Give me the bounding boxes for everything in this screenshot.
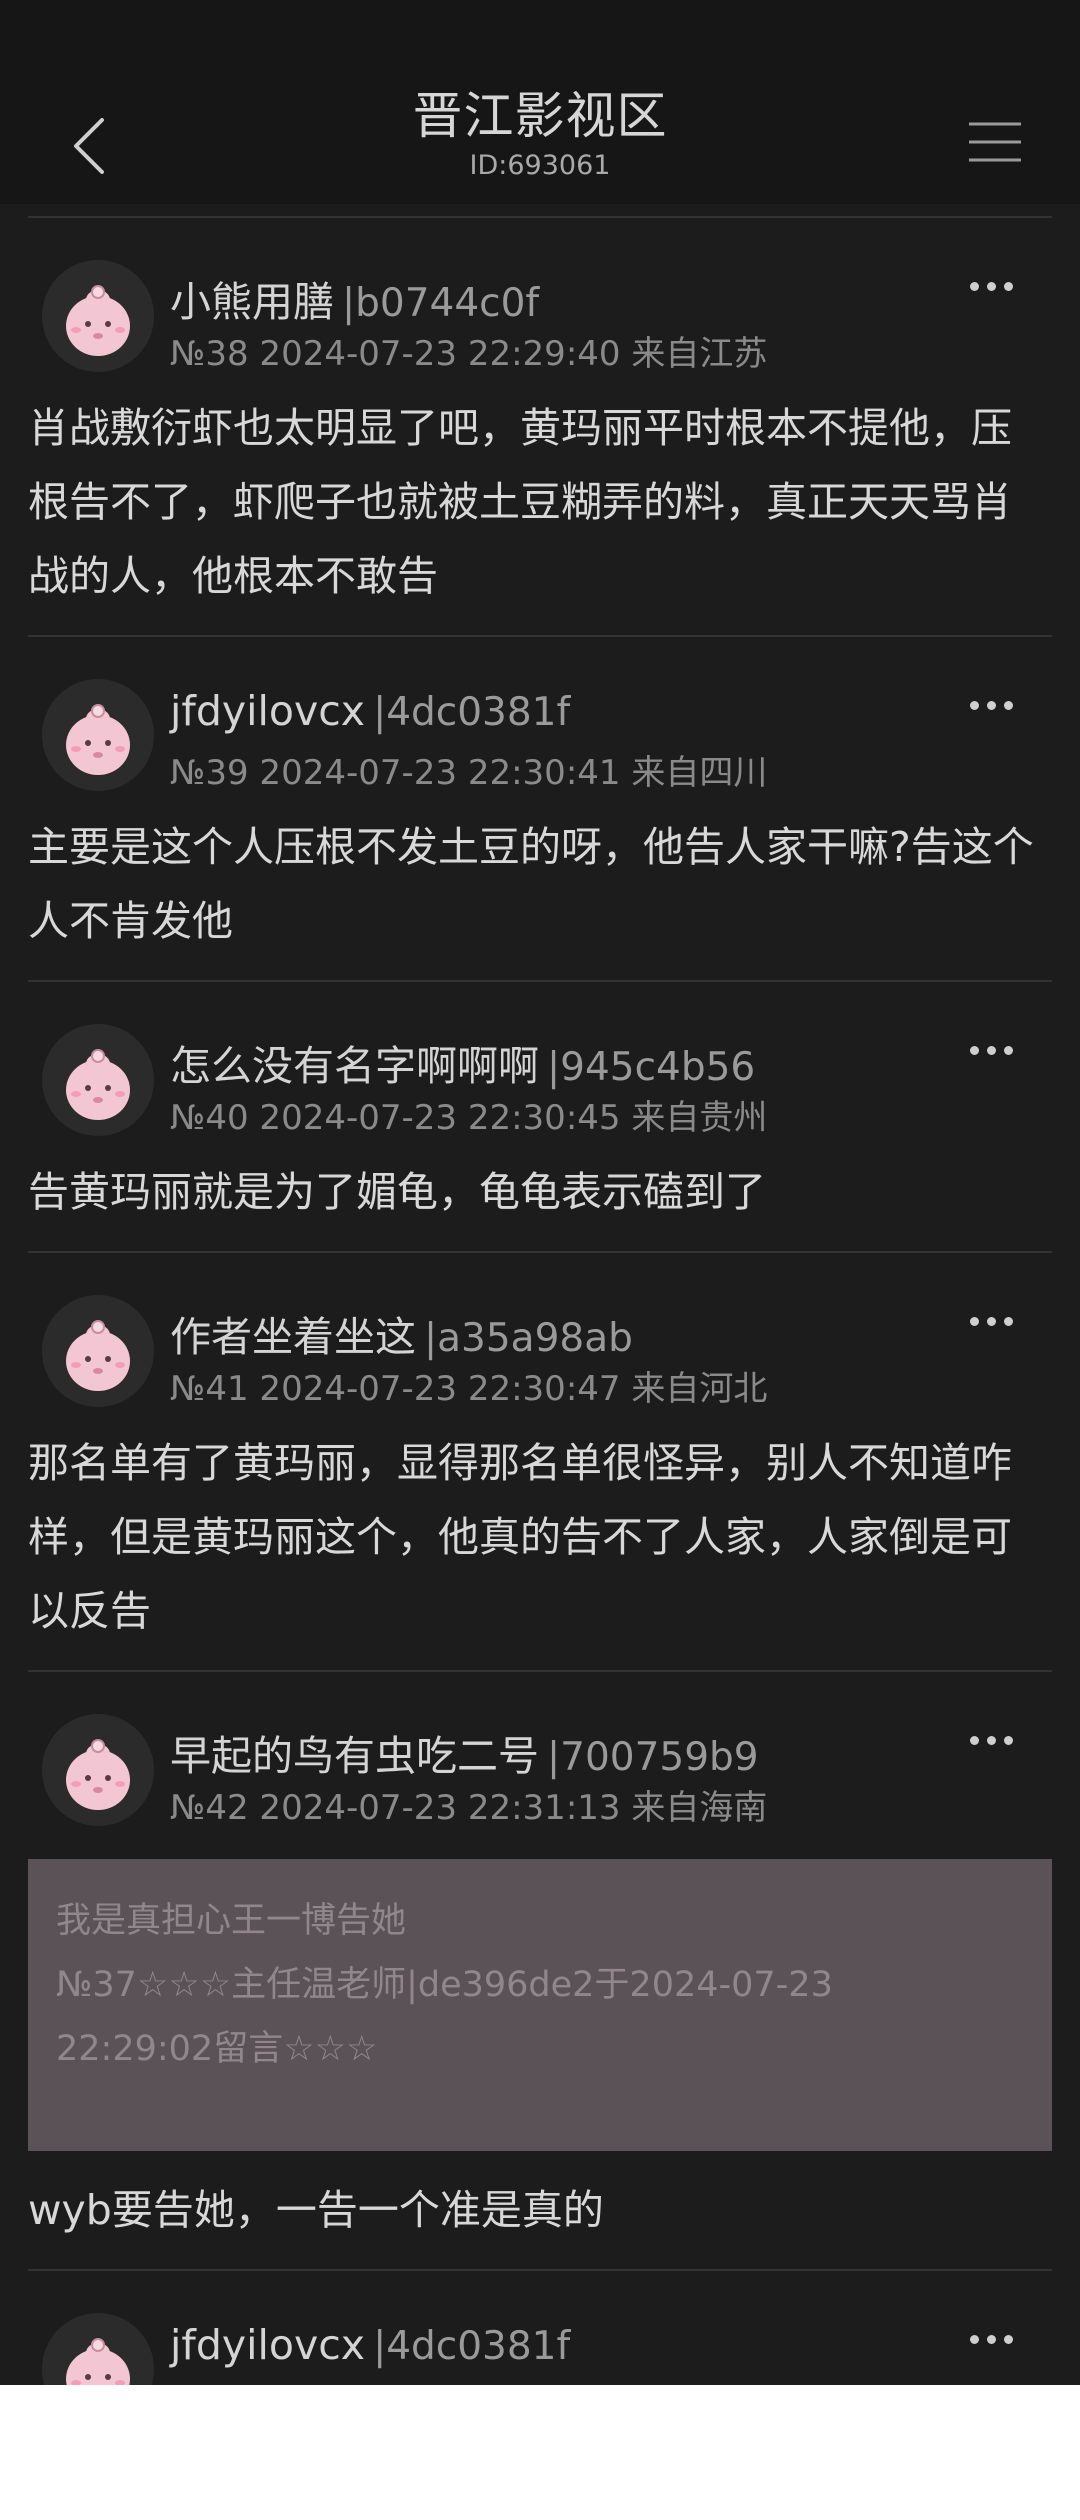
post-content: wyb要告她，一告一个准是真的 xyxy=(28,2186,604,2234)
post-content: 告黄玛丽就是为了媚龟，龟龟表示磕到了 xyxy=(28,1168,766,1216)
post-item: jfdyilovcx |4dc0381f №39 2024-07-23 22:30… xyxy=(0,637,1080,958)
post-content: 肖战敷衍虾也太明显了吧，黄玛丽平时根本不提他，压根告不了，虾爬子也就被土豆糊弄的… xyxy=(28,404,1012,600)
post-author[interactable]: 作者坐着坐这 |a35a98ab xyxy=(170,1303,633,1363)
post-author[interactable]: jfdyilovcx |4dc0381f xyxy=(170,687,570,735)
post-author[interactable]: jfdyilovcx |4dc0381f xyxy=(170,2321,570,2369)
post-author[interactable]: 小熊用膳 |b0744c0f xyxy=(170,268,539,328)
forum-id-label: ID:693061 xyxy=(469,150,611,181)
more-icon[interactable] xyxy=(970,2329,1026,2349)
menu-icon[interactable] xyxy=(965,112,1025,172)
post-author[interactable]: 怎么没有名字啊啊啊 |945c4b56 xyxy=(170,1032,755,1092)
avatar[interactable] xyxy=(42,260,154,372)
avatar[interactable] xyxy=(42,1295,154,1407)
author-name: jfdyilovcx xyxy=(170,687,366,735)
post-meta: №38 2024-07-23 22:29:40 来自江苏 xyxy=(170,334,768,374)
author-uid: |4dc0381f xyxy=(373,690,571,735)
post-item: 早起的鸟有虫吃二号 |700759b9 №42 2024-07-23 22:31:… xyxy=(0,1672,1080,2247)
post-item: jfdyilovcx |4dc0381f xyxy=(0,2271,1080,2385)
author-uid: |4dc0381f xyxy=(373,2324,571,2369)
status-bar xyxy=(0,0,1080,90)
quoted-reply[interactable]: 我是真担心王一博告她 №37☆☆☆主任温老师|de396de2于2024-07-… xyxy=(28,1859,1052,2151)
author-name: 小熊用膳 xyxy=(170,278,334,326)
author-name: jfdyilovcx xyxy=(170,2321,366,2369)
post-meta: №42 2024-07-23 22:31:13 来自海南 xyxy=(170,1788,768,1828)
author-uid: |945c4b56 xyxy=(547,1045,756,1090)
author-name: 怎么没有名字啊啊啊 xyxy=(170,1042,539,1090)
post-item: 作者坐着坐这 |a35a98ab №41 2024-07-23 22:30:47 … xyxy=(0,1253,1080,1648)
more-icon[interactable] xyxy=(970,1730,1026,1750)
quote-text: 我是真担心王一博告她 xyxy=(56,1901,407,1941)
author-name: 早起的鸟有虫吃二号 xyxy=(170,1732,539,1780)
more-icon[interactable] xyxy=(970,276,1026,296)
post-author[interactable]: 早起的鸟有虫吃二号 |700759b9 xyxy=(170,1722,759,1782)
post-meta: №40 2024-07-23 22:30:45 来自贵州 xyxy=(170,1098,768,1138)
avatar[interactable] xyxy=(42,1024,154,1136)
post-meta: №39 2024-07-23 22:30:41 来自四川 xyxy=(170,753,768,793)
post-item: 小熊用膳 |b0744c0f №38 2024-07-23 22:29:40 来自… xyxy=(0,218,1080,613)
avatar[interactable] xyxy=(42,679,154,791)
post-meta: №41 2024-07-23 22:30:47 来自河北 xyxy=(170,1369,768,1409)
post-content: 那名单有了黄玛丽，显得那名单很怪异，别人不知道咋样，但是黄玛丽这个，他真的告不了… xyxy=(28,1439,1012,1635)
more-icon[interactable] xyxy=(970,695,1026,715)
quote-source-time: 22:29:02留言☆☆☆ xyxy=(56,2029,378,2069)
avatar[interactable] xyxy=(42,1714,154,1826)
more-icon[interactable] xyxy=(970,1040,1026,1060)
more-icon[interactable] xyxy=(970,1311,1026,1331)
top-navbar: 晋江影视区 ID:693061 xyxy=(0,87,1080,204)
page-title: 晋江影视区 xyxy=(412,87,668,145)
author-name: 作者坐着坐这 xyxy=(170,1313,416,1361)
author-uid: |a35a98ab xyxy=(424,1316,633,1361)
app-screen: 晋江影视区 ID:693061 小熊用膳 |b0744c0f №38 2024-0… xyxy=(0,0,1080,2385)
author-uid: |b0744c0f xyxy=(342,281,540,326)
avatar[interactable] xyxy=(42,2313,154,2385)
post-content: 主要是这个人压根不发土豆的呀，他告人家干嘛?告这个人不肯发他 xyxy=(28,823,1034,945)
quote-source: №37☆☆☆主任温老师|de396de2于2024-07-23 xyxy=(56,1965,833,2005)
post-item: 怎么没有名字啊啊啊 |945c4b56 №40 2024-07-23 22:30:… xyxy=(0,982,1080,1229)
post-feed: 小熊用膳 |b0744c0f №38 2024-07-23 22:29:40 来自… xyxy=(0,204,1080,2385)
author-uid: |700759b9 xyxy=(547,1735,759,1780)
